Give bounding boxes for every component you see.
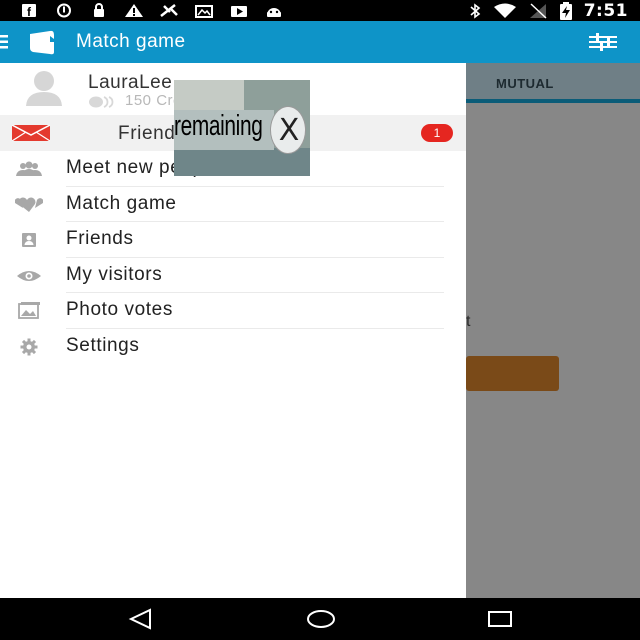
avatar[interactable] (23, 70, 65, 106)
battery-charging-icon (559, 1, 572, 20)
hearts-icon (15, 197, 43, 212)
fapiao-icon (160, 4, 178, 17)
drawer-menu: Meet new people Match game Friends My vi… (0, 151, 466, 364)
status-bar: f 7:51 (0, 0, 640, 21)
background-tabs: MUTUAL (466, 63, 640, 103)
android-icon (267, 8, 281, 17)
status-time: 7:51 (583, 0, 628, 21)
ad-text: remaining (174, 110, 263, 142)
menu-item-label: My visitors (66, 263, 163, 285)
background-button (466, 356, 559, 391)
menu-item-my-visitors[interactable]: My visitors (0, 258, 466, 293)
menu-item-photo-votes[interactable]: Photo votes (0, 293, 466, 329)
no-sim-icon (529, 2, 547, 19)
contact-card-icon (22, 233, 36, 247)
close-icon: X (278, 113, 300, 148)
menu-item-friends[interactable]: Friends (0, 222, 466, 258)
status-bar-notifications: f (0, 3, 285, 18)
app-bar: Match game (0, 21, 640, 63)
lock-icon (94, 3, 104, 17)
menu-item-settings[interactable]: Settings (0, 329, 466, 365)
back-icon[interactable] (128, 608, 154, 630)
menu-item-label: Friends (66, 228, 134, 249)
page-title: Match game (76, 31, 186, 52)
photo-icon (18, 302, 40, 319)
menu-item-label: Match game (66, 192, 177, 214)
menu-icon[interactable] (0, 35, 8, 49)
filter-settings-icon[interactable] (588, 32, 618, 52)
app-logo-icon[interactable] (28, 30, 60, 55)
system-nav-bar (0, 598, 640, 640)
sync-icon (57, 3, 71, 18)
ad-close-button[interactable]: X (270, 106, 306, 154)
envelope-icon (12, 125, 50, 141)
menu-item-label: Photo votes (66, 299, 173, 320)
home-icon[interactable] (306, 608, 336, 630)
profile-name: LauraLee (88, 72, 173, 93)
people-icon (16, 161, 42, 176)
tab-indicator (466, 99, 640, 103)
play-store-icon (231, 6, 247, 17)
menu-item-match-game[interactable]: Match game (0, 187, 466, 222)
warning-icon (125, 4, 143, 17)
recents-icon[interactable] (487, 608, 513, 630)
ad-overlay[interactable]: remaining X (174, 80, 310, 176)
menu-item-label: Settings (66, 334, 140, 356)
screen: f 7:51 Match game MUTUAL t LauraLee 150 … (0, 0, 640, 640)
background-text: t (466, 313, 471, 330)
status-bar-system: 7:51 (468, 0, 628, 21)
wifi-icon (493, 3, 516, 18)
tab-mutual: MUTUAL (496, 76, 554, 91)
gear-icon (20, 338, 38, 355)
background-content: MUTUAL t (466, 63, 640, 598)
bluetooth-icon (470, 2, 480, 19)
photo-icon (195, 5, 213, 18)
facebook-icon: f (22, 4, 36, 18)
notification-badge: 1 (421, 124, 453, 142)
credits-icon (89, 96, 114, 108)
eye-icon (17, 270, 41, 281)
